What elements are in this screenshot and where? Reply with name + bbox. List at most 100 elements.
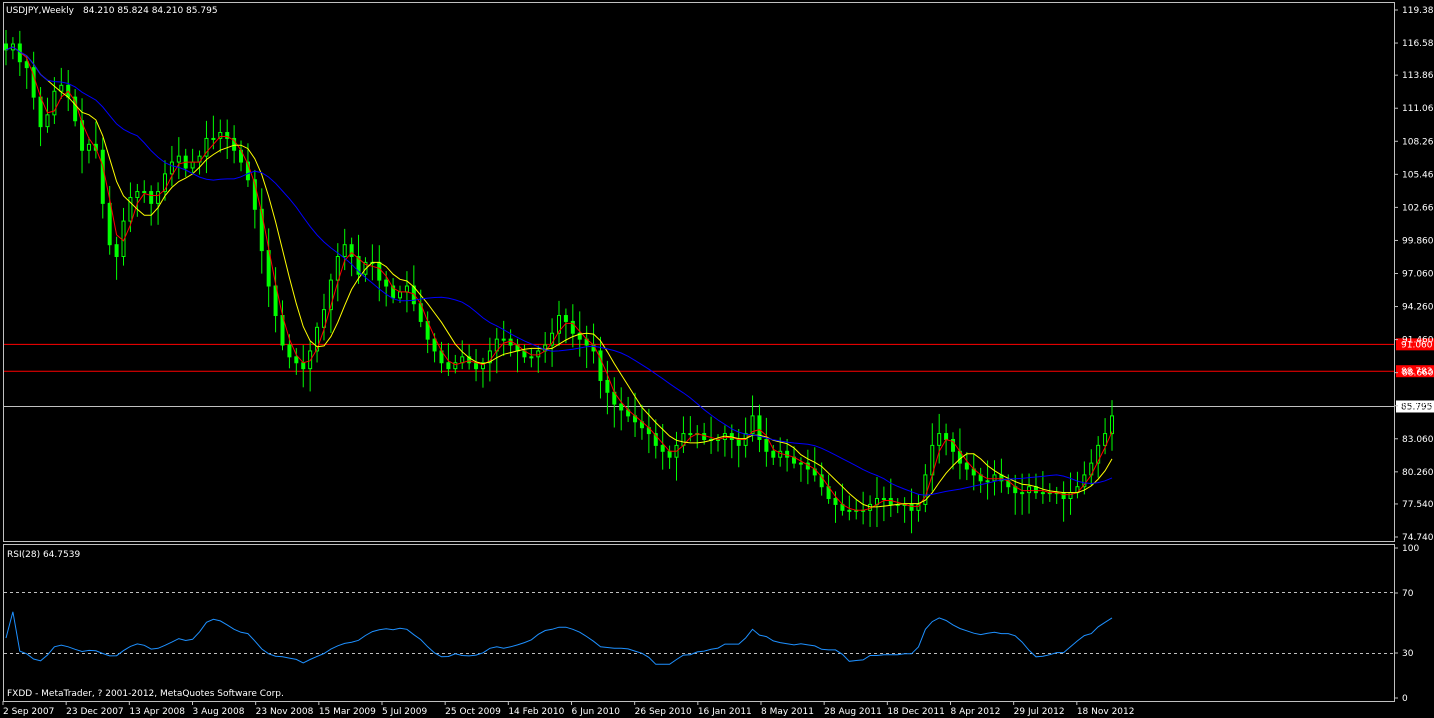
price-tick-label: 111.060 — [1402, 104, 1434, 114]
candle-body — [38, 96, 43, 128]
candle-body — [888, 498, 893, 505]
candle-body — [771, 450, 776, 458]
candle-body — [833, 498, 838, 505]
candle-body — [798, 462, 803, 465]
time-tick-label: 23 Dec 2007 — [66, 707, 124, 717]
candle-body — [114, 244, 119, 257]
candle-body — [688, 433, 693, 436]
time-tick-label: 26 Sep 2010 — [635, 707, 692, 717]
candle-body — [446, 362, 451, 370]
rsi-line — [5, 611, 1113, 665]
price-tick-label: 113.860 — [1402, 71, 1434, 81]
candle-body — [156, 191, 161, 204]
candle-body — [86, 143, 91, 151]
chart-canvas: 91.06088.78385.795 119.380 116.580 113.860… — [2, 2, 1434, 717]
rsi-panel-frame — [3, 544, 1395, 702]
main-panel-frame — [3, 2, 1395, 542]
price-tick-label: 102.660 — [1402, 203, 1434, 213]
candle-body — [667, 450, 672, 458]
time-tick-label: 16 Jan 2011 — [698, 707, 752, 717]
candle-body — [847, 509, 852, 512]
rsi-tick-label: 30 — [1402, 649, 1414, 659]
candle-body — [598, 350, 603, 381]
price-tick-label: 94.260 — [1402, 303, 1434, 313]
candle-body — [1103, 433, 1108, 446]
candle-body — [384, 279, 389, 287]
rsi-tick-label: 70 — [1402, 589, 1414, 599]
candle-body — [1027, 486, 1032, 494]
price-tick-label: 99.860 — [1402, 236, 1434, 246]
price-tick-label: 108.260 — [1402, 137, 1434, 147]
candle-body — [142, 191, 147, 194]
candle-body — [335, 256, 340, 281]
candle-body — [24, 61, 29, 69]
time-tick-label: 14 Feb 2010 — [508, 707, 564, 717]
time-tick-label: 2 Sep 2007 — [3, 707, 54, 717]
rsi-axis: 100 70 30 0 — [1394, 544, 1419, 704]
ohlc-values: 84.210 85.824 84.210 85.795 — [83, 6, 218, 16]
rsi-label: RSI(28) 64.7539 — [7, 550, 80, 560]
time-tick-label: 13 Apr 2008 — [129, 707, 185, 717]
candle-body — [992, 474, 997, 482]
time-tick-label: 15 Mar 2009 — [319, 707, 376, 717]
candle-body — [619, 403, 624, 411]
candle-body — [398, 291, 403, 299]
candle-body — [1040, 492, 1045, 495]
candle-body — [294, 356, 299, 364]
candle-body — [529, 356, 534, 359]
time-tick-label: 18 Dec 2011 — [887, 707, 945, 717]
price-tick-label: 74.740 — [1402, 533, 1434, 543]
candle-body — [59, 84, 64, 92]
time-axis: 2 Sep 2007 23 Dec 2007 13 Apr 2008 3 Aug 20… — [2, 701, 1134, 717]
candle-body — [460, 356, 465, 364]
price-tick-label: 88.660 — [1402, 369, 1434, 379]
candle-body — [301, 362, 306, 370]
price-tick-label: 80.260 — [1402, 468, 1434, 478]
candle-body — [605, 379, 610, 393]
candle-body — [736, 438, 741, 446]
candles-layer — [4, 30, 1114, 534]
candle-body — [45, 114, 50, 128]
price-tick-label: 77.540 — [1402, 500, 1434, 510]
price-tick-label: 119.380 — [1402, 6, 1434, 16]
candle-body — [342, 244, 347, 257]
candle-body — [909, 503, 914, 511]
time-tick-label: 23 Nov 2008 — [256, 707, 314, 717]
candle-body — [1061, 492, 1066, 500]
candle-body — [404, 285, 409, 293]
candle-body — [1110, 415, 1114, 435]
rsi-tick-label: 100 — [1402, 544, 1419, 554]
candle-body — [107, 202, 112, 246]
price-tick-label: 83.060 — [1402, 435, 1434, 445]
rsi-tick-label: 0 — [1402, 694, 1408, 704]
candle-body — [881, 498, 886, 501]
candle-body — [702, 433, 707, 440]
candle-body — [149, 191, 154, 204]
candle-body — [349, 244, 354, 257]
candle-body — [1068, 492, 1073, 500]
candle-body — [985, 480, 990, 483]
candle-body — [563, 315, 568, 322]
price-axis: 119.380 116.580 113.860 111.060 108.260 105.4… — [1394, 6, 1434, 543]
time-tick-label: 25 Oct 2009 — [445, 707, 501, 717]
price-tick-label: 85.860 — [1402, 402, 1434, 412]
candle-body — [377, 261, 382, 281]
candle-body — [169, 161, 174, 175]
price-tick-label: 105.460 — [1402, 170, 1434, 180]
candle-body — [135, 191, 140, 198]
candle-body — [937, 433, 942, 446]
horizontal-lines-layer: 91.06088.78385.795 — [4, 338, 1434, 413]
rsi-layer — [5, 611, 1113, 665]
candle-body — [287, 344, 292, 358]
candle-body — [211, 137, 216, 140]
price-tick-label: 116.580 — [1402, 39, 1434, 49]
candle-body — [660, 444, 665, 452]
price-tick-label: 91.460 — [1402, 336, 1434, 346]
time-tick-label: 8 Apr 2012 — [951, 707, 1001, 717]
candle-body — [1020, 492, 1025, 495]
copyright-text: FXDD - MetaTrader, ? 2001-2012, MetaQuot… — [7, 689, 284, 699]
symbol-label: USDJPY,Weekly — [6, 6, 75, 16]
candle-body — [176, 155, 181, 163]
time-tick-label: 29 Jul 2012 — [1014, 707, 1065, 717]
candle-body — [785, 450, 790, 458]
